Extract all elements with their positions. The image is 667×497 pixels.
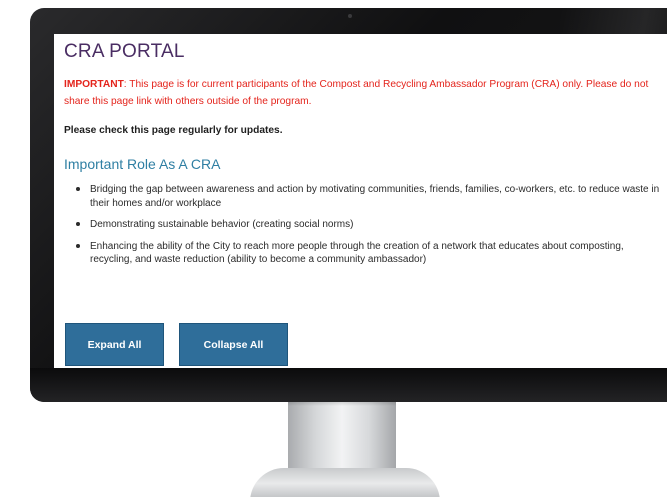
page-content: CRA PORTAL IMPORTANT: This page is for c… bbox=[54, 34, 667, 267]
monitor-mockup: CRA PORTAL IMPORTANT: This page is for c… bbox=[0, 0, 667, 497]
updates-note: Please check this page regularly for upd… bbox=[64, 125, 283, 136]
bullet-icon bbox=[76, 187, 80, 191]
role-text: Demonstrating sustainable behavior (crea… bbox=[90, 219, 354, 230]
role-list: Bridging the gap between awareness and a… bbox=[64, 183, 664, 267]
camera-icon bbox=[348, 14, 352, 18]
section-heading: Important Role As A CRA bbox=[64, 156, 221, 172]
list-item: Demonstrating sustainable behavior (crea… bbox=[64, 218, 664, 232]
role-text: Bridging the gap between awareness and a… bbox=[90, 184, 660, 209]
notice-label: IMPORTANT bbox=[64, 79, 124, 90]
monitor-chin bbox=[30, 368, 667, 402]
list-item: Bridging the gap between awareness and a… bbox=[64, 183, 664, 210]
expand-all-button[interactable]: Expand All bbox=[65, 323, 164, 366]
role-text: Enhancing the ability of the City to rea… bbox=[90, 240, 624, 266]
important-notice: IMPORTANT: This page is for current part… bbox=[64, 76, 654, 110]
page-title: CRA PORTAL bbox=[64, 41, 185, 62]
notice-text: : This page is for current participants … bbox=[64, 79, 649, 107]
monitor-screen: CRA PORTAL IMPORTANT: This page is for c… bbox=[54, 34, 667, 368]
monitor-stand-base bbox=[250, 468, 440, 497]
bullet-icon bbox=[76, 222, 80, 226]
list-item: Enhancing the ability of the City to rea… bbox=[64, 240, 664, 267]
collapse-all-button[interactable]: Collapse All bbox=[179, 323, 288, 366]
bullet-icon bbox=[76, 243, 80, 248]
